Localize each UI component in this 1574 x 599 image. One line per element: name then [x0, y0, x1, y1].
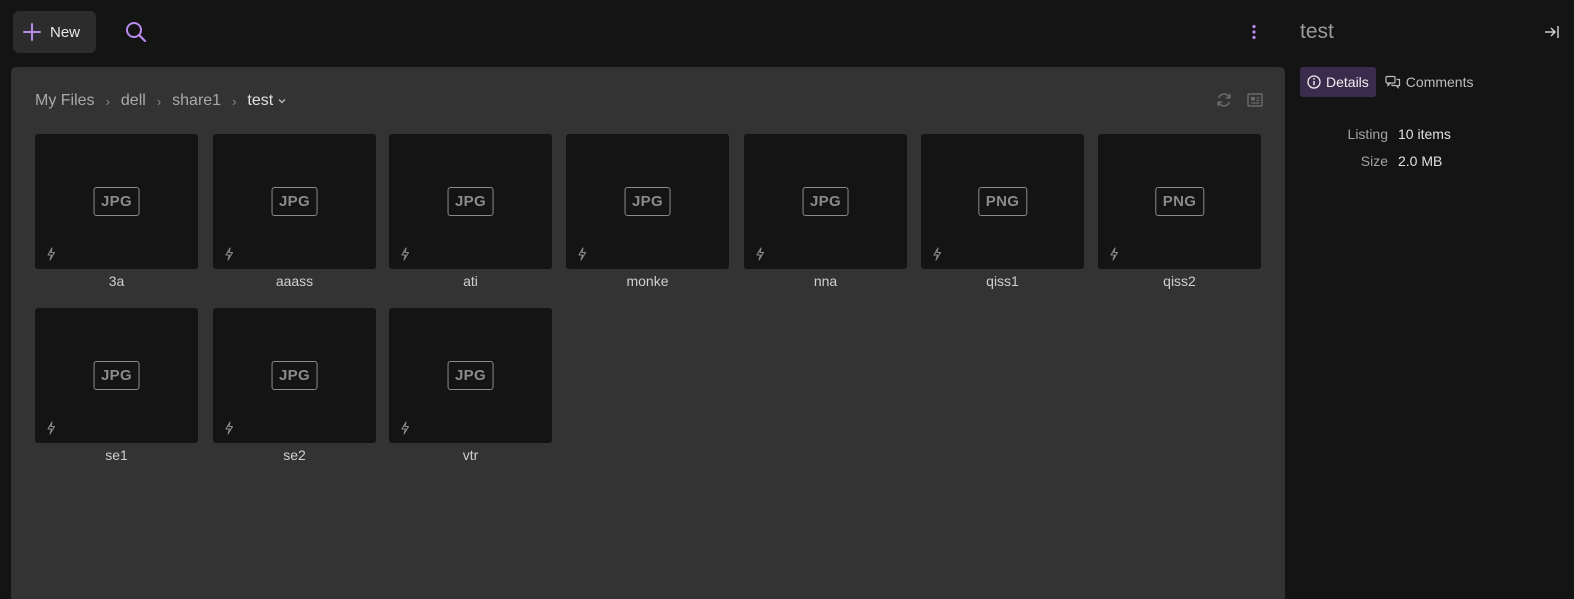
- file-tile[interactable]: JPG ati: [389, 134, 552, 289]
- lightning-icon: [225, 421, 234, 435]
- file-type-badge: JPG: [802, 187, 849, 216]
- file-name: qiss1: [986, 273, 1019, 289]
- new-button[interactable]: New: [13, 11, 96, 53]
- file-thumbnail: JPG: [389, 134, 552, 269]
- file-tile[interactable]: JPG se2: [213, 308, 376, 463]
- chevron-right-icon: ›: [105, 93, 110, 109]
- file-type-badge: JPG: [93, 361, 140, 390]
- property-row: Listing 10 items: [1300, 120, 1451, 147]
- lightning-icon: [225, 247, 234, 261]
- file-manager-app: New My Files › dell › share1 › test JPG …: [0, 0, 1574, 599]
- sidebar-title: test: [1300, 20, 1334, 43]
- file-tile[interactable]: JPG monke: [566, 134, 729, 289]
- chevron-right-icon: ›: [156, 93, 162, 109]
- file-tile[interactable]: JPG nna: [744, 134, 907, 289]
- property-value: 2.0 MB: [1398, 152, 1443, 169]
- collapse-sidebar-icon[interactable]: [1543, 23, 1561, 41]
- file-type-badge: JPG: [447, 187, 494, 216]
- more-options-button[interactable]: [1244, 20, 1264, 44]
- file-thumbnail: JPG: [35, 308, 198, 443]
- file-type-badge: JPG: [447, 361, 494, 390]
- property-value: 10 items: [1398, 125, 1451, 142]
- file-name: qiss2: [1163, 273, 1196, 289]
- breadcrumb-item-my-files[interactable]: My Files: [35, 92, 95, 110]
- file-name: ati: [463, 273, 478, 289]
- file-browser-panel: My Files › dell › share1 › test JPG 3a J…: [11, 67, 1285, 599]
- info-icon: [1307, 75, 1321, 89]
- sidebar-tabs: Details Comments: [1300, 67, 1482, 97]
- file-type-badge: JPG: [624, 187, 671, 216]
- file-name: monke: [626, 273, 669, 289]
- file-name: se1: [105, 447, 128, 463]
- file-type-badge: JPG: [271, 187, 318, 216]
- file-tile[interactable]: PNG qiss1: [921, 134, 1084, 289]
- chevron-right-icon: ›: [232, 93, 237, 109]
- breadcrumb-current[interactable]: test: [247, 92, 273, 110]
- plus-icon: [23, 23, 41, 41]
- file-type-badge: JPG: [271, 361, 318, 390]
- property-key: Size: [1360, 152, 1388, 169]
- file-tile[interactable]: JPG se1: [35, 308, 198, 463]
- details-sidebar: test Details Comments Listing 10 items S…: [1285, 0, 1574, 599]
- file-type-badge: JPG: [93, 187, 140, 216]
- tab-details[interactable]: Details: [1300, 67, 1376, 97]
- tab-details-label: Details: [1326, 74, 1369, 90]
- chevron-down-icon[interactable]: [277, 96, 287, 106]
- file-thumbnail: JPG: [213, 134, 376, 269]
- lightning-icon: [578, 247, 587, 261]
- file-tile[interactable]: JPG 3a: [35, 134, 198, 289]
- tab-comments-label: Comments: [1405, 74, 1474, 90]
- comments-icon: [1385, 75, 1400, 89]
- file-thumbnail: JPG: [35, 134, 198, 269]
- file-name: vtr: [462, 447, 479, 463]
- lightning-icon: [401, 421, 410, 435]
- lightning-icon: [401, 247, 410, 261]
- file-name: aaass: [275, 273, 314, 289]
- file-thumbnail: JPG: [744, 134, 907, 269]
- file-thumbnail: JPG: [566, 134, 729, 269]
- lightning-icon: [47, 247, 56, 261]
- refresh-icon[interactable]: [1214, 90, 1234, 110]
- breadcrumb: My Files › dell › share1 › test: [35, 90, 287, 112]
- search-icon: [126, 22, 147, 43]
- lightning-icon: [47, 421, 56, 435]
- image-preview-icon[interactable]: [1245, 90, 1265, 110]
- file-tile[interactable]: JPG aaass: [213, 134, 376, 289]
- file-thumbnail: JPG: [213, 308, 376, 443]
- file-type-badge: PNG: [1154, 187, 1205, 216]
- file-thumbnail: JPG: [389, 308, 552, 443]
- file-tile[interactable]: JPG vtr: [389, 308, 552, 463]
- file-thumbnail: PNG: [1098, 134, 1261, 269]
- more-vertical-icon: [1252, 24, 1256, 40]
- file-name: nna: [813, 273, 838, 289]
- tab-comments[interactable]: Comments: [1378, 67, 1481, 97]
- lightning-icon: [1110, 247, 1119, 261]
- breadcrumb-item-dell[interactable]: dell: [121, 92, 146, 110]
- search-button[interactable]: [124, 20, 148, 44]
- file-type-badge: PNG: [977, 187, 1028, 216]
- lightning-icon: [933, 247, 942, 261]
- lightning-icon: [756, 247, 765, 261]
- file-name: 3a: [108, 273, 125, 289]
- file-thumbnail: PNG: [921, 134, 1084, 269]
- property-row: Size 2.0 MB: [1300, 147, 1451, 174]
- file-name: se2: [283, 447, 306, 463]
- breadcrumb-item-share1[interactable]: share1: [172, 92, 221, 110]
- property-key: Listing: [1347, 125, 1388, 142]
- new-button-label: New: [50, 23, 81, 41]
- properties-list: Listing 10 items Size 2.0 MB: [1300, 120, 1451, 174]
- file-tile[interactable]: PNG qiss2: [1098, 134, 1261, 289]
